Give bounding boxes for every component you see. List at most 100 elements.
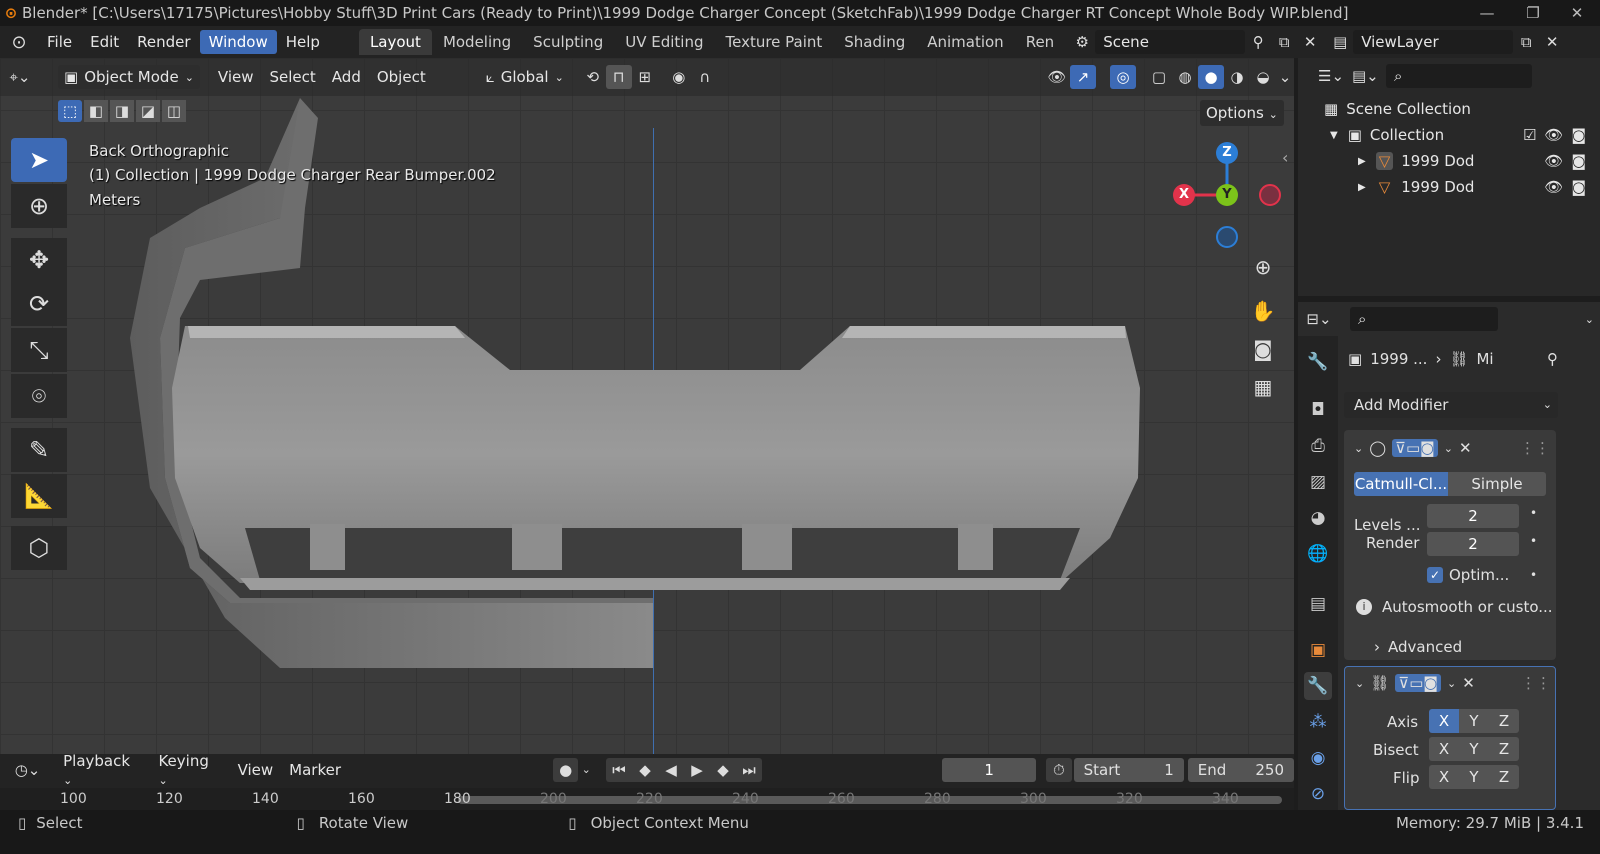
select-box-tool[interactable]: ➤: [11, 138, 67, 182]
physics-tab-icon[interactable]: ◉: [1304, 744, 1332, 772]
tool-tab-icon[interactable]: 🔧: [1304, 348, 1332, 376]
world-tab-icon[interactable]: 🌐: [1304, 540, 1332, 568]
menu-add[interactable]: Add: [324, 68, 369, 86]
select-new-icon[interactable]: ⬚: [58, 100, 82, 122]
render-levels-field[interactable]: 2: [1427, 532, 1519, 556]
solid-shading-icon[interactable]: ●: [1198, 65, 1224, 89]
add-modifier-dropdown[interactable]: Add Modifier ⌄: [1344, 392, 1558, 418]
current-frame-field[interactable]: 1: [942, 758, 1037, 782]
next-keyframe-icon[interactable]: ◆: [710, 758, 736, 782]
collection-row[interactable]: ▼ ▣ Collection ☑ 👁 ◙: [1298, 122, 1600, 148]
select-extend-icon[interactable]: ◧: [84, 100, 108, 122]
bisect-x-toggle[interactable]: X: [1429, 737, 1459, 761]
remove-modifier-icon[interactable]: ✕: [1459, 439, 1472, 457]
navigation-gizmo[interactable]: Z Y X: [1170, 140, 1285, 250]
options-dropdown[interactable]: Options ⌄: [1200, 100, 1284, 126]
menu-window[interactable]: Window: [199, 30, 277, 54]
rendered-shading-icon[interactable]: ◒: [1250, 65, 1276, 89]
advanced-subpanel[interactable]: › Advanced: [1374, 638, 1462, 656]
material-shading-icon[interactable]: ◑: [1224, 65, 1250, 89]
menu-playback[interactable]: Playback ⌄: [55, 752, 150, 788]
editor-type-icon[interactable]: ⌖⌄: [0, 65, 40, 89]
tab-modeling[interactable]: Modeling: [432, 29, 522, 55]
scene-field[interactable]: Scene: [1095, 30, 1246, 54]
flip-y-toggle[interactable]: Y: [1459, 765, 1489, 789]
jump-end-icon[interactable]: ⏭: [736, 758, 762, 782]
tab-animation[interactable]: Animation: [916, 29, 1014, 55]
3d-viewport[interactable]: Back Orthographic (1) Collection | 1999 …: [0, 58, 1294, 754]
snap-icon[interactable]: ⊓: [605, 65, 632, 89]
gizmo-x-axis[interactable]: X: [1173, 184, 1195, 206]
camera-view-icon[interactable]: ◙: [1246, 332, 1280, 366]
overlay-toggle-icon[interactable]: ◎: [1110, 65, 1136, 89]
bumper-model[interactable]: [0, 58, 1294, 754]
modifier-tab-icon[interactable]: 🔧: [1304, 672, 1332, 700]
view-layer-tab-icon[interactable]: ▨: [1304, 468, 1332, 496]
drag-handle-icon[interactable]: ⋮⋮: [1521, 674, 1551, 692]
prev-keyframe-icon[interactable]: ◆: [632, 758, 658, 782]
keying-options-icon[interactable]: ⌄: [578, 758, 594, 782]
remove-modifier-icon[interactable]: ✕: [1462, 674, 1475, 692]
view-layer-field[interactable]: ViewLayer: [1353, 30, 1514, 54]
tab-rendering[interactable]: Ren: [1015, 29, 1065, 55]
snap-target-icon[interactable]: ⊞: [632, 65, 658, 89]
outliner-object-row[interactable]: ▶ ▽ 1999 Dod 👁 ◙: [1298, 148, 1600, 174]
gizmo-neg-z-axis[interactable]: [1216, 226, 1238, 248]
menu-select[interactable]: Select: [262, 68, 324, 86]
timeline-editor-icon[interactable]: ◷⌄: [6, 758, 49, 782]
drag-handle-icon[interactable]: ⋮⋮: [1520, 439, 1550, 457]
render-camera-icon[interactable]: ◙: [1571, 152, 1586, 170]
expand-icon[interactable]: ▶: [1358, 156, 1366, 167]
menu-object[interactable]: Object: [369, 68, 434, 86]
tab-sculpting[interactable]: Sculpting: [522, 29, 614, 55]
falloff-icon[interactable]: ∩: [692, 65, 718, 89]
menu-help[interactable]: Help: [277, 30, 329, 54]
checkbox-checked-icon[interactable]: ✓: [1427, 567, 1443, 583]
constraints-tab-icon[interactable]: ⊘: [1304, 780, 1332, 808]
menu-keying[interactable]: Keying ⌄: [150, 752, 229, 788]
properties-editor-icon[interactable]: ⊟⌄: [1306, 307, 1332, 331]
axis-z-toggle[interactable]: Z: [1489, 709, 1519, 733]
view-layer-icon[interactable]: ▤: [1327, 30, 1353, 54]
menu-marker[interactable]: Marker: [281, 761, 349, 779]
scene-icon[interactable]: ⚙: [1069, 30, 1095, 54]
outliner-editor-icon[interactable]: ☰⌄: [1318, 64, 1344, 88]
menu-render[interactable]: Render: [128, 30, 199, 54]
measure-tool[interactable]: 📐: [11, 474, 67, 518]
start-frame-field[interactable]: Start 1: [1073, 758, 1184, 782]
new-scene-icon[interactable]: ⧉: [1271, 30, 1297, 54]
play-icon[interactable]: ▶: [684, 758, 710, 782]
minimize-button[interactable]: —: [1464, 0, 1510, 26]
annotate-tool[interactable]: ✎: [11, 428, 67, 472]
pin-icon[interactable]: ⚲: [1245, 30, 1271, 54]
properties-options-icon[interactable]: ⌄: [1585, 313, 1594, 326]
proportional-edit-icon[interactable]: ◉: [666, 65, 692, 89]
gizmo-y-axis[interactable]: Y: [1216, 184, 1238, 206]
hide-eye-icon[interactable]: 👁: [1544, 126, 1563, 144]
ortho-grid-icon[interactable]: ▦: [1246, 370, 1280, 404]
preview-range-icon[interactable]: ⏱: [1046, 758, 1072, 782]
object-tab-icon[interactable]: ▣: [1304, 636, 1332, 664]
sidebar-toggle-icon[interactable]: ‹: [1282, 148, 1288, 167]
remove-view-layer-icon[interactable]: ✕: [1539, 30, 1565, 54]
end-frame-field[interactable]: End 250: [1187, 758, 1295, 782]
select-subtract-icon[interactable]: ◨: [110, 100, 134, 122]
axis-y-toggle[interactable]: Y: [1459, 709, 1489, 733]
bisect-z-toggle[interactable]: Z: [1489, 737, 1519, 761]
new-view-layer-icon[interactable]: ⧉: [1513, 30, 1539, 54]
menu-view[interactable]: View: [210, 68, 262, 86]
visibility-toggles-icon[interactable]: ⊽▭◙: [1392, 439, 1438, 457]
keyframe-dot-icon[interactable]: •: [1530, 568, 1537, 582]
menu-timeline-view[interactable]: View: [230, 761, 282, 779]
timeline-scrollbar[interactable]: [458, 796, 1282, 804]
object-mode-dropdown[interactable]: ▣ Object Mode ⌄: [58, 65, 200, 89]
menu-file[interactable]: File: [38, 30, 81, 54]
hide-eye-icon[interactable]: 👁: [1544, 178, 1563, 196]
gizmo-z-axis[interactable]: Z: [1216, 142, 1238, 164]
display-mode-icon[interactable]: ▤⌄: [1352, 64, 1379, 88]
transform-tool[interactable]: ⌾: [11, 374, 67, 418]
select-intersect-icon[interactable]: ◫: [162, 100, 186, 122]
keyframe-dot-icon[interactable]: •: [1530, 534, 1537, 548]
cursor-tool[interactable]: ⊕: [11, 184, 67, 228]
zoom-icon[interactable]: ⊕: [1246, 250, 1280, 284]
